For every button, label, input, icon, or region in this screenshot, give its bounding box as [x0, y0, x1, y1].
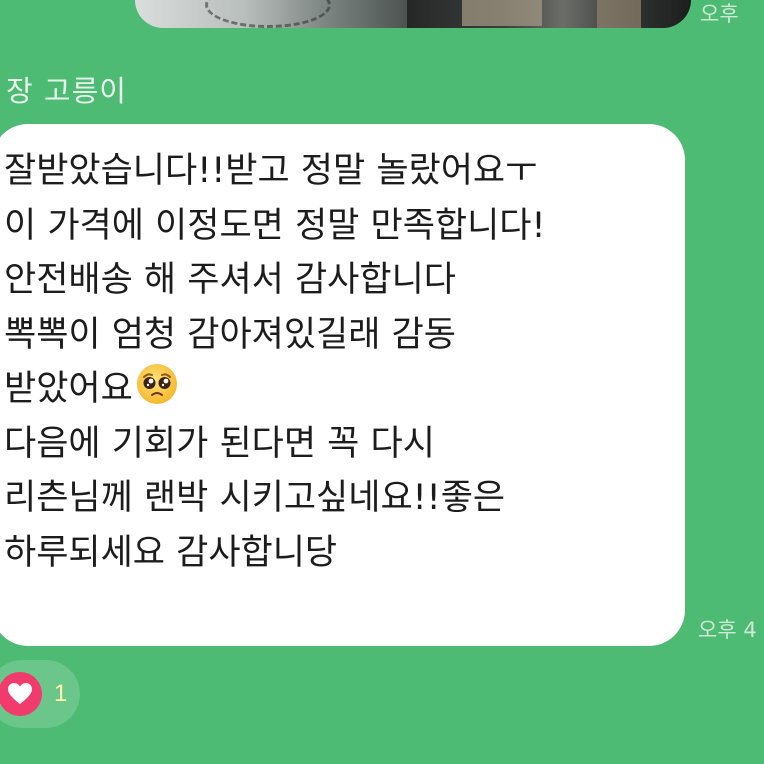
message-line: 안전배송 해 주셔서 감사합니다 [4, 260, 456, 300]
heart-icon [0, 672, 42, 716]
message-line: 리츤님께 랜박 시키고싶네요!!좋은 [4, 478, 506, 518]
message-line-text: 받았어요 [4, 369, 133, 409]
reaction-count: 1 [54, 680, 68, 707]
previous-photo-message[interactable] [135, 0, 691, 28]
message-line: 뽁뽁이 엄청 감아져있길래 감동 [4, 314, 456, 355]
message-bubble[interactable]: 잘받았습니다!!받고 정말 놀랐어요ㅜ 이 가격에 이정도면 정말 만족합니다!… [0, 124, 685, 646]
message-line-with-emoji: 받았어요 [4, 362, 685, 417]
chat-screen: 오후 장 고릉이 잘받았습니다!!받고 정말 놀랐어요ㅜ 이 가격에 이정도면 … [0, 0, 764, 764]
photo-left [135, 0, 407, 28]
photo-right [407, 0, 691, 28]
reaction-badge[interactable]: 1 [0, 660, 80, 728]
message-line: 하루되세요 감사합니당 [4, 532, 338, 573]
sender-name: 장 고릉이 [6, 74, 127, 108]
message-line: 다음에 기회가 된다면 꼭 다시 [4, 423, 435, 464]
pleading-face-icon [135, 362, 179, 406]
message-time: 오후 4 [698, 618, 757, 642]
message-line: 이 가격에 이정도면 정말 만족합니다! [4, 205, 546, 246]
previous-message-time: 오후 [700, 2, 739, 26]
message-line: 잘받았습니다!!받고 정말 놀랐어요ㅜ [4, 151, 538, 191]
